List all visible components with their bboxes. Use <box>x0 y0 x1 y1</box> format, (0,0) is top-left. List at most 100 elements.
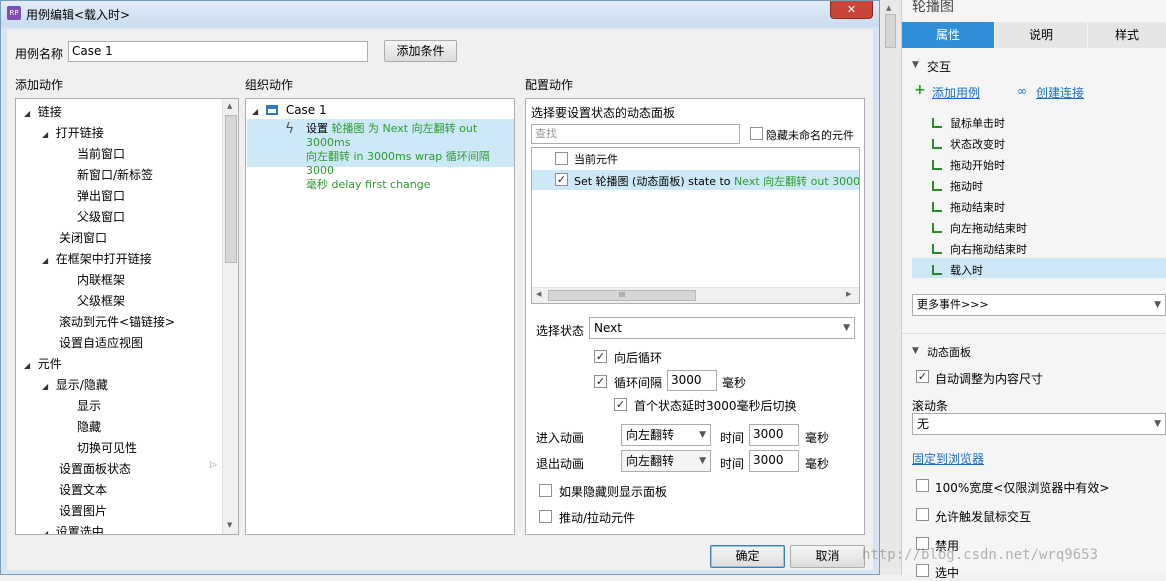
tree-item[interactable]: 内联框架 <box>77 271 125 288</box>
close-button[interactable]: ✕ <box>830 1 873 19</box>
case-name-input[interactable]: Case 1 <box>68 41 368 62</box>
tree-item[interactable]: 滚动到元件<锚链接> <box>59 313 175 330</box>
event-item[interactable]: 鼠标单击时 <box>932 115 1005 131</box>
hide-unnamed-label: 隐藏未命名的元件 <box>766 129 854 142</box>
more-events-dropdown[interactable]: 更多事件>>> ▼ <box>912 294 1166 316</box>
tree-item[interactable]: ◢ 链接 <box>24 103 62 120</box>
exit-anim-dropdown[interactable]: 向左翻转 ▼ <box>621 450 711 472</box>
enter-time-input[interactable]: 3000 <box>749 424 799 446</box>
collapse-triangle-icon: ◢ <box>42 130 49 139</box>
selected-action[interactable]: ϟ 设置 轮播图 为 Next 向左翻转 out 3000ms 向左翻转 in … <box>247 119 514 191</box>
tree-item[interactable]: 隐藏 <box>77 418 101 435</box>
push-pull-checkbox[interactable] <box>539 510 552 523</box>
scroll-thumb[interactable] <box>885 14 896 48</box>
current-element-checkbox[interactable] <box>555 152 568 165</box>
scroll-up-icon[interactable]: ▲ <box>227 102 232 110</box>
tree-item[interactable]: 设置文本 <box>59 481 107 498</box>
first-delay-checkbox[interactable]: ✓ <box>614 398 627 411</box>
auto-resize-checkbox[interactable]: ✓ <box>916 370 929 383</box>
event-item[interactable]: 拖动开始时 <box>932 157 1005 173</box>
tab-notes[interactable]: 说明 <box>995 22 1087 48</box>
create-link-link[interactable]: 创建连接 <box>1036 84 1084 101</box>
tree-item[interactable]: 关闭窗口 <box>59 229 107 246</box>
enter-anim-dropdown[interactable]: 向左翻转 ▼ <box>621 424 711 446</box>
tree-item[interactable]: ◢ 设置选中 <box>42 523 104 534</box>
add-case-link[interactable]: 添加用例 <box>932 84 980 101</box>
collapse-triangle-icon[interactable]: ▼ <box>912 60 919 70</box>
tree-item[interactable]: 新窗口/新标签 <box>77 166 153 183</box>
wrap-checkbox[interactable]: ✓ <box>594 350 607 363</box>
tree-item[interactable]: ◢ 显示/隐藏 <box>42 376 108 393</box>
add-condition-button[interactable]: 添加条件 <box>384 40 457 62</box>
hide-unnamed-checkbox[interactable] <box>750 127 763 140</box>
config-action-heading: 配置动作 <box>525 78 574 92</box>
pin-to-browser-link[interactable]: 固定到浏览器 <box>912 450 984 467</box>
canvas-scrollbar[interactable]: ▲ <box>880 0 902 575</box>
exit-time-input[interactable]: 3000 <box>749 450 799 472</box>
scroll-thumb[interactable] <box>225 115 237 263</box>
event-item[interactable]: 向右拖动结束时 <box>932 241 1027 257</box>
cancel-button[interactable]: 取消 <box>790 545 865 568</box>
panel-row-selected[interactable]: ✓ Set 轮播图 (动态面板) state to Next 向左翻转 out … <box>532 170 859 190</box>
tree-item[interactable]: 父级框架 <box>77 292 125 309</box>
case-label: Case 1 <box>285 103 327 117</box>
allow-mouse-checkbox[interactable] <box>916 508 929 521</box>
event-item[interactable]: 拖动时 <box>932 178 983 194</box>
interval-input[interactable]: 3000 <box>667 370 717 391</box>
event-item[interactable]: 载入时 <box>932 262 983 278</box>
case-node[interactable]: ◢ Case 1 <box>252 103 327 117</box>
dynamic-panel-list: 当前元件 ✓ Set 轮播图 (动态面板) state to Next 向左翻转… <box>531 147 860 304</box>
tree-item[interactable]: 设置面板状态 <box>59 460 131 477</box>
event-flag-icon <box>932 181 942 191</box>
exit-anim-label: 退出动画 <box>536 457 585 471</box>
row-text-green: Next 向左翻转 out 3000ms 向 <box>734 175 860 188</box>
allow-mouse-label: 允许触发鼠标交互 <box>935 510 1032 524</box>
scroll-up-icon[interactable]: ▲ <box>886 4 891 12</box>
exit-anim-value: 向左翻转 <box>626 454 675 468</box>
chevron-down-icon: ▼ <box>843 323 850 333</box>
tab-style[interactable]: 样式 <box>1088 22 1166 48</box>
tree-item[interactable]: ◢ 元件 <box>24 355 62 372</box>
scroll-right-icon[interactable]: ▶ <box>846 290 851 298</box>
link-icon: ∞ <box>1017 84 1027 98</box>
tab-properties[interactable]: 属性 <box>902 22 994 48</box>
scrollbar-label: 滚动条 <box>912 399 949 413</box>
case-editor-dialog: RP 用例编辑<载入时> ✕ 用例名称 Case 1 添加条件 添加动作 组织动… <box>0 0 880 575</box>
selected-checkbox[interactable] <box>916 564 929 577</box>
event-flag-icon <box>932 223 942 233</box>
horizontal-scrollbar[interactable]: ◀ III ▶ <box>532 287 859 303</box>
tree-item[interactable]: 切换可见性 <box>77 439 137 456</box>
event-item[interactable]: 向左拖动结束时 <box>932 220 1027 236</box>
search-input[interactable]: 查找 <box>531 124 740 144</box>
wrap-label: 向后循环 <box>614 351 663 365</box>
full-width-checkbox[interactable] <box>916 479 929 492</box>
scroll-down-icon[interactable]: ▼ <box>227 521 232 529</box>
full-width-label: 100%宽度<仅限浏览器中有效> <box>935 481 1110 495</box>
tree-item[interactable]: 父级窗口 <box>77 208 125 225</box>
chevron-down-icon: ▼ <box>699 430 706 440</box>
action-text: 毫秒 delay first change <box>306 178 431 191</box>
collapse-triangle-icon: ◢ <box>24 361 31 370</box>
tree-item[interactable]: 显示 <box>77 397 101 414</box>
ok-button[interactable]: 确定 <box>710 545 785 568</box>
tree-scrollbar[interactable]: ▲ ▼ <box>222 99 238 534</box>
case-icon <box>265 105 278 115</box>
inspector-panel: 轮播图 属性 说明 样式 ▼ 交互 + 添加用例 ∞ 创建连接 鼠标单击时 状态… <box>902 0 1166 580</box>
scroll-thumb[interactable]: III <box>548 290 696 301</box>
event-item[interactable]: 拖动结束时 <box>932 199 1005 215</box>
panel-row-checkbox[interactable]: ✓ <box>555 173 568 186</box>
scrollbar-dropdown[interactable]: 无 ▼ <box>912 413 1166 435</box>
tree-item[interactable]: 设置图片 <box>59 502 107 519</box>
row-text: Set 轮播图 (动态面板) state to <box>574 175 731 188</box>
show-if-hidden-checkbox[interactable] <box>539 484 552 497</box>
tree-item[interactable]: ◢ 在框架中打开链接 <box>42 250 152 267</box>
tree-item[interactable]: 设置自适应视图 <box>59 334 143 351</box>
collapse-triangle-icon[interactable]: ▼ <box>912 346 919 356</box>
interval-checkbox[interactable]: ✓ <box>594 375 607 388</box>
select-state-dropdown[interactable]: Next ▼ <box>589 317 855 339</box>
event-item[interactable]: 状态改变时 <box>932 136 1005 152</box>
scroll-left-icon[interactable]: ◀ <box>536 290 541 298</box>
tree-item[interactable]: 弹出窗口 <box>77 187 125 204</box>
tree-item[interactable]: ◢ 打开链接 <box>42 124 104 141</box>
tree-item[interactable]: 当前窗口 <box>77 145 125 162</box>
